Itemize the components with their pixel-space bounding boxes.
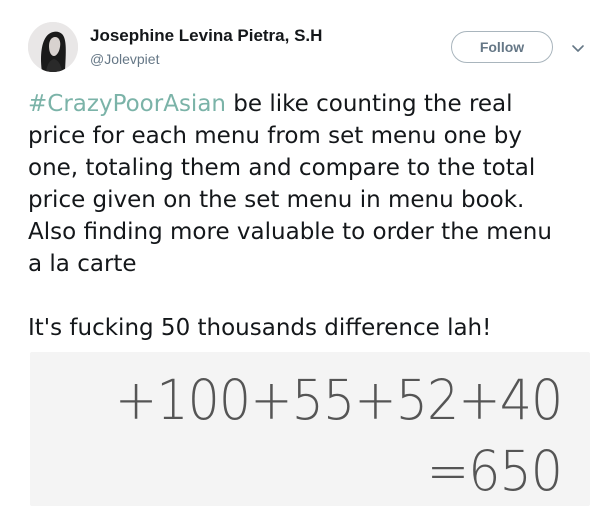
calculator-result: =650 xyxy=(426,439,563,503)
calculator-expression: +100+55+52+40 xyxy=(114,368,563,432)
avatar-image xyxy=(28,22,78,72)
tweet-text: #CrazyPoorAsian be like counting the rea… xyxy=(28,88,603,344)
tweet-line-2: price for each menu from set menu one by xyxy=(28,123,522,149)
chevron-down-icon[interactable] xyxy=(570,40,586,56)
tweet-line-3: one, totaling them and compare to the to… xyxy=(28,155,536,181)
tweet-line-5: Also finding more valuable to order the … xyxy=(28,219,552,245)
hashtag-link[interactable]: #CrazyPoorAsian xyxy=(28,91,226,117)
follow-button[interactable]: Follow xyxy=(451,31,553,63)
avatar[interactable] xyxy=(28,22,78,72)
user-handle[interactable]: @Jolevpiet xyxy=(90,51,159,67)
tweet-media-image[interactable]: +100+55+52+40 =650 xyxy=(30,352,590,506)
tweet-line-4: price given on the set menu in menu book… xyxy=(28,187,525,213)
tweet-line-1: #CrazyPoorAsian be like counting the rea… xyxy=(28,88,603,120)
tweet-line-1-text: be like counting the real xyxy=(226,91,513,117)
tweet-line-6: a la carte xyxy=(28,251,137,277)
tweet-line-7: It's fucking 50 thousands difference lah… xyxy=(28,315,492,341)
user-display-name[interactable]: Josephine Levina Pietra, S.H xyxy=(90,26,322,46)
